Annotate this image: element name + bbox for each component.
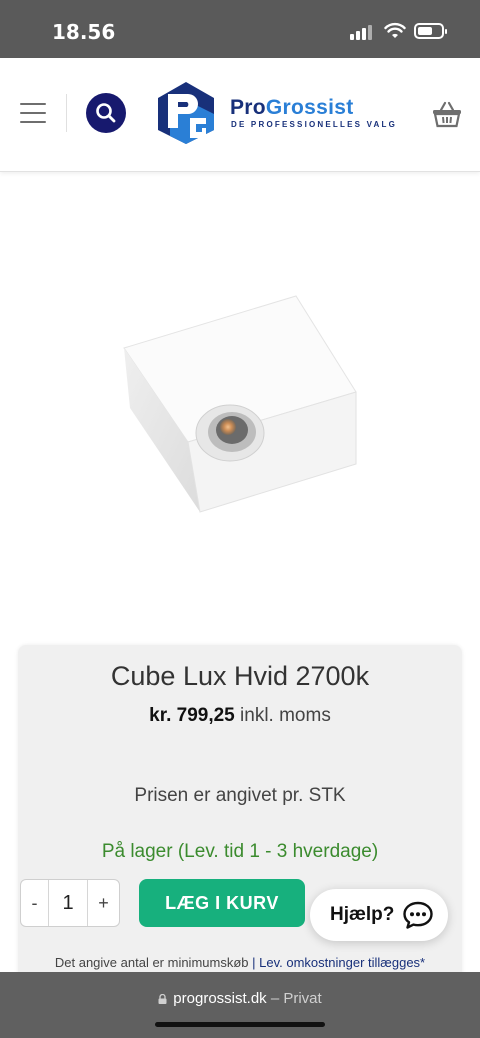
status-bar: 18.56 bbox=[0, 0, 480, 58]
battery-icon bbox=[414, 23, 447, 39]
url-row[interactable]: progrossist.dk – Privat bbox=[0, 990, 480, 1007]
search-icon bbox=[96, 103, 116, 123]
site-header: ProGrossist DE PROFESSIONELLES VALG bbox=[0, 58, 480, 172]
chat-icon bbox=[403, 901, 434, 929]
unit-note: Prisen er angivet pr. STK bbox=[134, 785, 346, 806]
brand-name-part1: Pro bbox=[230, 96, 266, 119]
search-button[interactable] bbox=[86, 93, 126, 133]
shipping-costs-link[interactable]: Lev. omkostninger tillægges* bbox=[259, 955, 425, 970]
product-image bbox=[123, 295, 357, 513]
lock-icon bbox=[158, 994, 167, 1004]
price-suffix: inkl. moms bbox=[240, 705, 331, 726]
brand-name[interactable]: ProGrossist bbox=[230, 96, 354, 120]
home-indicator[interactable] bbox=[155, 1022, 325, 1027]
quantity-input[interactable]: 1 bbox=[49, 880, 87, 926]
hamburger-menu-icon[interactable] bbox=[20, 103, 46, 123]
stock-status: På lager (Lev. tid 1 - 3 hverdage) bbox=[101, 841, 379, 862]
price-row: kr. 799,25 inkl. moms bbox=[18, 705, 462, 727]
add-to-cart-button[interactable]: LÆG I KURV bbox=[139, 879, 305, 927]
product-price: kr. 799,25 bbox=[149, 705, 235, 726]
fine-print: Det angive antal er minimumskøb | Lev. o… bbox=[18, 955, 462, 970]
page-url: progrossist.dk bbox=[173, 990, 267, 1007]
quantity-increase-button[interactable]: + bbox=[87, 880, 119, 926]
wifi-icon bbox=[384, 22, 406, 38]
quantity-decrease-button[interactable]: - bbox=[21, 880, 49, 926]
cart-icon[interactable] bbox=[432, 100, 462, 128]
product-card: Cube Lux Hvid 2700k kr. 799,25 inkl. mom… bbox=[18, 645, 462, 985]
quantity-stepper: - 1 + bbox=[20, 879, 120, 927]
brand-name-part2: Grossist bbox=[265, 96, 354, 119]
brand-logo[interactable] bbox=[156, 80, 216, 146]
browser-address-bar: progrossist.dk – Privat bbox=[0, 972, 480, 1038]
product-title: Cube Lux Hvid 2700k bbox=[110, 661, 370, 691]
brand-tagline: DE PROFESSIONELLES VALG bbox=[231, 120, 398, 129]
minimum-purchase-note: Det angive antal er minimumskøb bbox=[54, 955, 249, 970]
fine-print-separator: | bbox=[252, 955, 256, 970]
help-label: Hjælp? bbox=[330, 904, 395, 925]
status-time: 18.56 bbox=[52, 20, 116, 44]
header-divider bbox=[66, 94, 67, 132]
help-chat-button[interactable]: Hjælp? bbox=[310, 889, 448, 941]
browsing-mode: – Privat bbox=[270, 990, 322, 1007]
signal-icon bbox=[350, 24, 374, 40]
